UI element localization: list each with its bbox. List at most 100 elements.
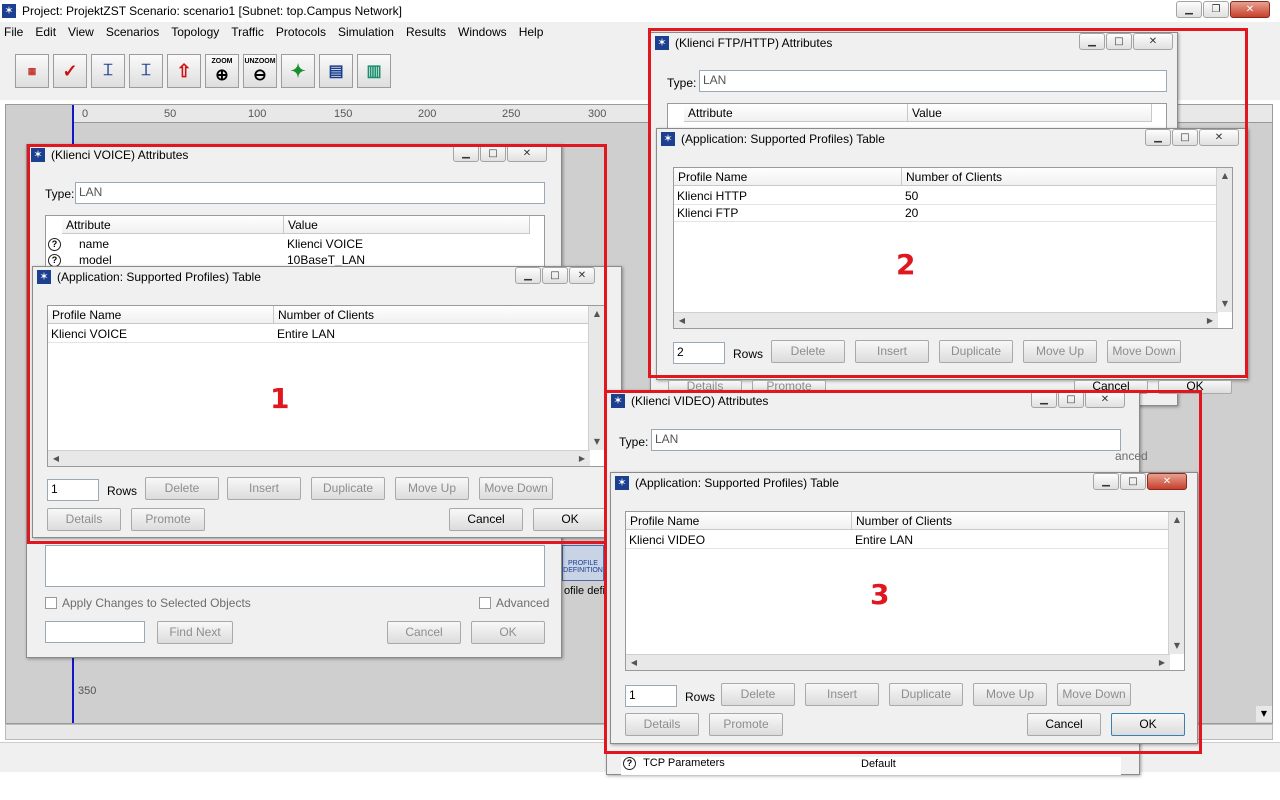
recover-icon[interactable]: ⌶ xyxy=(129,54,163,88)
profile-cell[interactable]: Klienci VIDEO xyxy=(626,532,852,549)
return-to-parent-icon[interactable]: ⇧ xyxy=(167,54,201,88)
find-next-button[interactable]: Find Next xyxy=(157,621,233,644)
ok-button[interactable]: OK xyxy=(533,508,607,531)
maximize-icon[interactable]: □ xyxy=(542,267,568,284)
clients-cell[interactable]: 20 xyxy=(902,205,1218,222)
menu-view[interactable]: View xyxy=(68,25,94,39)
ok-button[interactable]: OK xyxy=(1158,380,1232,394)
palette-icon[interactable]: ▦ xyxy=(15,54,49,88)
column-header-attribute[interactable]: Attribute xyxy=(62,216,284,234)
menu-scenarios[interactable]: Scenarios xyxy=(106,25,159,39)
rows-count-field[interactable]: 1 xyxy=(47,479,99,501)
clients-cell[interactable]: 50 xyxy=(902,188,1218,205)
horizontal-scrollbar[interactable]: ◀ ▶ xyxy=(48,450,590,466)
maximize-icon[interactable]: □ xyxy=(1106,33,1132,50)
menu-topology[interactable]: Topology xyxy=(171,25,219,39)
menu-traffic[interactable]: Traffic xyxy=(231,25,264,39)
details-button[interactable]: Details xyxy=(47,508,121,531)
column-header-profile-name[interactable]: Profile Name xyxy=(48,306,274,324)
maximize-icon[interactable]: □ xyxy=(1120,473,1146,490)
promote-button[interactable]: Promote xyxy=(131,508,205,531)
minimize-icon[interactable]: ▁ xyxy=(453,145,479,162)
duplicate-button[interactable]: Duplicate xyxy=(311,477,385,500)
menu-help[interactable]: Help xyxy=(519,25,544,39)
maximize-icon[interactable]: □ xyxy=(480,145,506,162)
column-header-number-of-clients[interactable]: Number of Clients xyxy=(902,168,1218,186)
advanced-checkbox[interactable]: Advanced xyxy=(479,596,549,610)
minimize-icon[interactable]: ▁ xyxy=(1079,33,1105,50)
close-icon[interactable]: ✕ xyxy=(1085,391,1125,408)
close-icon[interactable]: ✕ xyxy=(1133,33,1173,50)
move-up-button[interactable]: Move Up xyxy=(395,477,469,500)
insert-button[interactable]: Insert xyxy=(227,477,301,500)
promote-button[interactable]: Promote xyxy=(709,713,783,736)
tcp-parameters-row[interactable]: ? TCP Parameters Default xyxy=(621,757,1121,775)
move-down-button[interactable]: Move Down xyxy=(1107,340,1181,363)
close-icon[interactable]: ✕ xyxy=(569,267,595,284)
move-up-button[interactable]: Move Up xyxy=(973,683,1047,706)
profile-cell[interactable]: Klienci HTTP xyxy=(674,188,902,205)
restore-icon[interactable]: ❐ xyxy=(1203,1,1229,18)
minimize-icon[interactable]: ▁ xyxy=(1031,391,1057,408)
cancel-button[interactable]: Cancel xyxy=(1027,713,1101,736)
find-field[interactable] xyxy=(45,621,145,643)
horizontal-scrollbar[interactable]: ◀ ▶ xyxy=(674,312,1218,328)
rows-count-field[interactable]: 2 xyxy=(673,342,725,364)
configure-simulation-icon[interactable]: ✦ xyxy=(281,54,315,88)
move-up-button[interactable]: Move Up xyxy=(1023,340,1097,363)
right-scroll-arrow-up[interactable]: ▼ xyxy=(1256,706,1272,722)
type-field[interactable]: LAN xyxy=(75,182,545,204)
failure-icon[interactable]: ⌶ xyxy=(91,54,125,88)
attribute-value[interactable]: Klienci VOICE xyxy=(284,236,366,253)
column-header-profile-name[interactable]: Profile Name xyxy=(626,512,852,530)
maximize-icon[interactable]: □ xyxy=(1058,391,1084,408)
duplicate-button[interactable]: Duplicate xyxy=(889,683,963,706)
column-header-attribute[interactable]: Attribute xyxy=(684,104,908,122)
move-down-button[interactable]: Move Down xyxy=(479,477,553,500)
column-header-profile-name[interactable]: Profile Name xyxy=(674,168,902,186)
column-header-number-of-clients[interactable]: Number of Clients xyxy=(852,512,1170,530)
type-field[interactable]: LAN xyxy=(651,429,1121,451)
insert-button[interactable]: Insert xyxy=(805,683,879,706)
move-down-button[interactable]: Move Down xyxy=(1057,683,1131,706)
delete-button[interactable]: Delete xyxy=(145,477,219,500)
menu-edit[interactable]: Edit xyxy=(35,25,56,39)
ok-button[interactable]: OK xyxy=(471,621,545,644)
clients-cell[interactable]: Entire LAN xyxy=(852,532,1170,549)
menu-simulation[interactable]: Simulation xyxy=(338,25,394,39)
minimize-icon[interactable]: ▁ xyxy=(1093,473,1119,490)
menu-windows[interactable]: Windows xyxy=(458,25,507,39)
delete-button[interactable]: Delete xyxy=(721,683,795,706)
verify-links-icon[interactable]: ✓ xyxy=(53,54,87,88)
delete-button[interactable]: Delete xyxy=(771,340,845,363)
close-icon[interactable]: ✕ xyxy=(1230,1,1270,18)
column-header-value[interactable]: Value xyxy=(908,104,1152,122)
menu-file[interactable]: File xyxy=(4,25,23,39)
close-icon[interactable]: ✕ xyxy=(507,145,547,162)
minimize-icon[interactable]: ▁ xyxy=(515,267,541,284)
horizontal-scrollbar[interactable]: ◀ ▶ xyxy=(626,654,1170,670)
hide-results-icon[interactable]: ▥ xyxy=(357,54,391,88)
help-icon[interactable]: ? xyxy=(623,757,636,770)
column-header-value[interactable]: Value xyxy=(284,216,530,234)
details-button[interactable]: Details xyxy=(625,713,699,736)
profile-definition-node[interactable]: PROFILE DEFINITION xyxy=(562,545,604,581)
profile-cell[interactable]: Klienci FTP xyxy=(674,205,902,222)
clients-cell[interactable]: Entire LAN xyxy=(274,326,590,343)
apply-changes-checkbox[interactable]: Apply Changes to Selected Objects xyxy=(45,596,251,610)
ok-button[interactable]: OK xyxy=(1111,713,1185,736)
close-icon[interactable]: ✕ xyxy=(1147,473,1187,490)
menu-results[interactable]: Results xyxy=(406,25,446,39)
minimize-icon[interactable]: ▁ xyxy=(1176,1,1202,18)
menu-protocols[interactable]: Protocols xyxy=(276,25,326,39)
zoom-icon[interactable]: ZOOM ⊕ xyxy=(205,54,239,88)
cancel-button[interactable]: Cancel xyxy=(387,621,461,644)
help-icon[interactable]: ? xyxy=(48,238,61,251)
attribute-name[interactable]: name xyxy=(76,236,112,253)
duplicate-button[interactable]: Duplicate xyxy=(939,340,1013,363)
description-area[interactable] xyxy=(45,545,545,587)
close-icon[interactable]: ✕ xyxy=(1199,129,1239,146)
unzoom-icon[interactable]: UNZOOM ⊖ xyxy=(243,54,277,88)
vertical-scrollbar[interactable]: ▲ ▼ xyxy=(588,306,604,450)
maximize-icon[interactable]: □ xyxy=(1172,129,1198,146)
